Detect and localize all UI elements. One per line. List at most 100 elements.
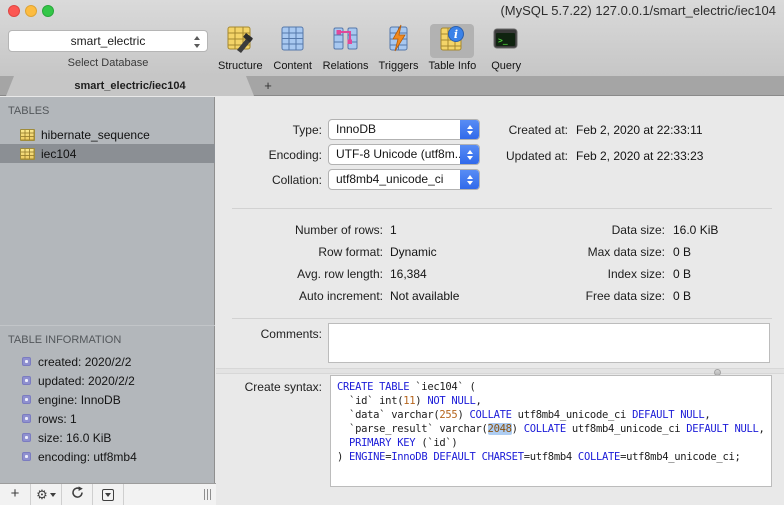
minimize-window-button[interactable] [25, 5, 37, 17]
bullet-icon [22, 414, 31, 423]
relations-label: Relations [322, 60, 369, 72]
zoom-window-button[interactable] [42, 5, 54, 17]
refresh-tables-button[interactable] [62, 484, 93, 505]
free-data-size-label: Free data size: [585, 289, 665, 303]
collation-label: Collation: [271, 173, 322, 187]
collation-value: utf8mb4_unicode_ci [336, 172, 444, 186]
query-button[interactable]: >_ Query [480, 24, 532, 72]
new-tab-button[interactable]: + [258, 76, 278, 96]
section-divider [232, 208, 772, 209]
collation-dropdown[interactable]: utf8mb4_unicode_ci [328, 169, 480, 190]
auto-increment-value: Not available [390, 289, 460, 303]
svg-text:i: i [454, 28, 458, 41]
info-item-engine: engine: InnoDB [0, 390, 215, 409]
console-icon [102, 488, 114, 501]
info-item-updated: updated: 2020/2/2 [0, 371, 215, 390]
encoding-label: Encoding: [268, 148, 322, 162]
table-row-hibernate-sequence[interactable]: hibernate_sequence [0, 125, 215, 144]
bullet-icon [22, 433, 31, 442]
max-data-size-label: Max data size: [587, 245, 665, 259]
updated-at-value: Feb 2, 2020 at 22:33:23 [576, 149, 704, 163]
close-window-button[interactable] [8, 5, 20, 17]
plus-icon: + [10, 485, 20, 502]
database-select-dropdown[interactable]: smart_electric [8, 30, 208, 52]
tables-header: TABLES [8, 105, 50, 117]
info-item-rows: rows: 1 [0, 409, 215, 428]
created-at-value: Feb 2, 2020 at 22:33:11 [576, 123, 703, 137]
triggers-button[interactable]: Triggers [373, 24, 425, 72]
row-format-label: Row format: [318, 245, 383, 259]
window-title: (MySQL 5.7.22) 127.0.0.1/smart_electric/… [500, 3, 776, 18]
table-name: hibernate_sequence [41, 127, 150, 142]
info-item-created: created: 2020/2/2 [0, 352, 215, 371]
splitter-bar[interactable] [216, 368, 784, 374]
number-of-rows-label: Number of rows: [294, 223, 383, 237]
title-bar: (MySQL 5.7.22) 127.0.0.1/smart_electric/… [0, 0, 784, 22]
content-label: Content [273, 60, 312, 72]
comments-input[interactable] [328, 323, 770, 363]
toolbar-buttons: Structure Content Relations Triggers i T… [214, 24, 532, 72]
triggers-icon [384, 24, 414, 59]
table-info-label: Table Info [428, 60, 477, 72]
avg-row-length-value: 16,384 [390, 267, 427, 281]
type-label: Type: [292, 123, 322, 137]
max-data-size-value: 0 B [673, 245, 692, 259]
info-item-encoding: encoding: utf8mb4 [0, 447, 215, 466]
table-row-iec104[interactable]: iec104 [0, 144, 215, 163]
bullet-icon [22, 395, 31, 404]
table-actions-button[interactable]: ⚙ [31, 484, 62, 505]
table-name: iec104 [41, 146, 77, 161]
table-icon [20, 128, 35, 141]
info-item-text: size: 16.0 KiB [38, 430, 112, 445]
section-divider [232, 318, 772, 319]
relations-icon [331, 24, 361, 59]
structure-icon [225, 24, 255, 59]
auto-increment-label: Auto increment: [298, 289, 383, 303]
info-item-text: updated: 2020/2/2 [38, 373, 135, 388]
svg-text:>_: >_ [498, 36, 508, 45]
tab-bar: smart_electric/iec104 + [0, 76, 784, 96]
content-icon [278, 24, 308, 59]
sidebar: TABLES hibernate_sequence iec104 TABLE I… [0, 97, 215, 483]
window-toolbar: (MySQL 5.7.22) 127.0.0.1/smart_electric/… [0, 0, 784, 76]
triggers-label: Triggers [378, 60, 419, 72]
show-console-button[interactable] [93, 484, 124, 505]
structure-label: Structure [218, 60, 263, 72]
info-item-size: size: 16.0 KiB [0, 428, 215, 447]
number-of-rows-value: 1 [390, 223, 397, 237]
content-button[interactable]: Content [267, 24, 319, 72]
bullet-icon [22, 452, 31, 461]
info-item-text: rows: 1 [38, 411, 77, 426]
structure-button[interactable]: Structure [214, 24, 267, 72]
free-data-size-value: 0 B [673, 289, 692, 303]
bullet-icon [22, 357, 31, 366]
row-format-value: Dynamic [390, 245, 437, 259]
type-value: InnoDB [336, 122, 377, 136]
data-size-value: 16.0 KiB [673, 223, 719, 237]
refresh-icon [71, 485, 84, 504]
tab-smart-electric-iec104[interactable]: smart_electric/iec104 [6, 76, 254, 96]
chevron-up-down-icon [193, 35, 201, 55]
relations-button[interactable]: Relations [319, 24, 373, 72]
index-size-label: Index size: [607, 267, 665, 281]
create-syntax-code[interactable]: CREATE TABLE `iec104` ( `id` int(11) NOT… [330, 375, 772, 487]
chevron-down-icon [49, 492, 56, 497]
index-size-value: 0 B [673, 267, 692, 281]
bullet-icon [22, 376, 31, 385]
avg-row-length-label: Avg. row length: [297, 267, 383, 281]
query-icon: >_ [491, 24, 521, 59]
query-label: Query [491, 60, 522, 72]
add-table-button[interactable]: + [0, 484, 31, 505]
sidebar-footer-bar: + ⚙ [0, 483, 216, 505]
sequel-pro-window: (MySQL 5.7.22) 127.0.0.1/smart_electric/… [0, 0, 784, 505]
info-item-text: created: 2020/2/2 [38, 354, 132, 369]
create-syntax-label: Create syntax: [244, 380, 322, 394]
table-information-header: TABLE INFORMATION [8, 334, 122, 346]
table-info-button[interactable]: i Table Info [425, 24, 481, 72]
table-info-icon: i [437, 24, 467, 59]
sidebar-divider [0, 325, 215, 326]
created-at-label: Created at: [508, 123, 568, 137]
select-database-label: Select Database [67, 57, 149, 69]
info-item-text: engine: InnoDB [38, 392, 121, 407]
sidebar-resize-handle[interactable] [204, 489, 211, 500]
